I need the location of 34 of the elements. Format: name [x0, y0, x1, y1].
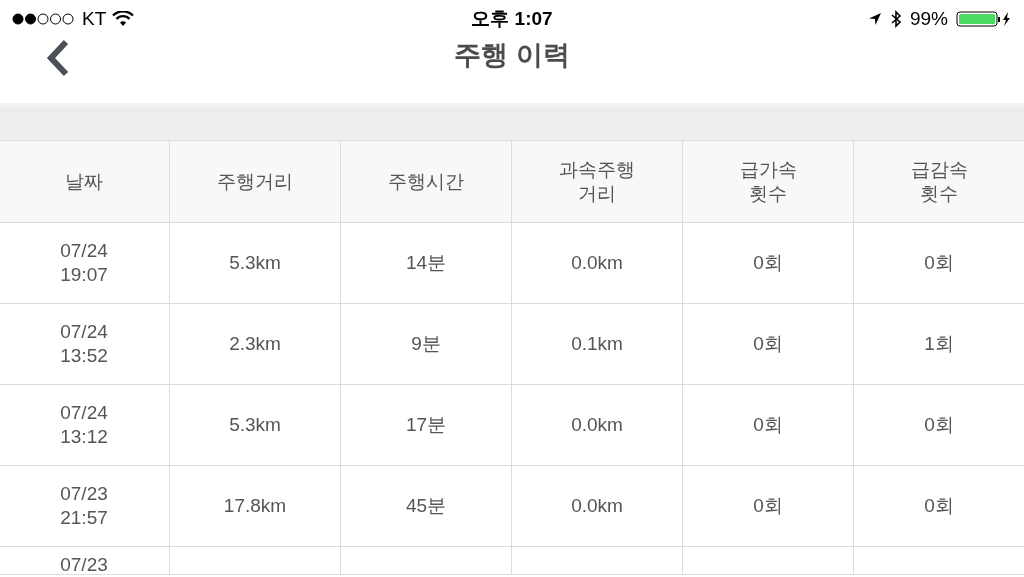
battery-percent: 99% [909, 6, 948, 31]
table-cell: 0회 [683, 223, 854, 304]
table-cell: 17분 [341, 385, 512, 466]
table-cell: 07/23 21:57 [0, 466, 170, 547]
table-cell: 0회 [683, 304, 854, 385]
table-cell: 07/24 13:12 [0, 385, 170, 466]
table-cell: 0회 [854, 385, 1024, 466]
table-cell: 0회 [683, 466, 854, 547]
table-cell: 2.3km [170, 304, 341, 385]
table-cell: 1회 [854, 304, 1024, 385]
battery-icon [956, 10, 1012, 28]
bluetooth-icon [889, 10, 902, 28]
table-cell: 5.3km [170, 223, 341, 304]
wifi-icon [112, 11, 135, 27]
page-title: 주행 이력 [454, 39, 570, 73]
table-cell: 9분 [341, 304, 512, 385]
location-arrow-icon [867, 12, 882, 26]
table-cell: 0회 [854, 466, 1024, 547]
table-cell: 0회 [854, 223, 1024, 304]
table-cell: 0회 [683, 385, 854, 466]
table-cell: 07/23 [0, 547, 170, 575]
table-cell: 07/24 19:07 [0, 223, 170, 304]
table-cell: 45분 [341, 466, 512, 547]
status-time: 오후 1:07 [471, 6, 553, 31]
table-cell: 07/24 13:52 [0, 304, 170, 385]
table-cell: 17.8km [170, 466, 341, 547]
table-cell: 0.1km [512, 304, 683, 385]
table-cell: 14분 [341, 223, 512, 304]
signal-icon [12, 13, 76, 25]
carrier-name: KT [82, 6, 107, 31]
table-cell: 0.0km [512, 466, 683, 547]
table-cell: 5.3km [170, 385, 341, 466]
table-cell: 0.0km [512, 223, 683, 304]
table-cell: 0.0km [512, 385, 683, 466]
